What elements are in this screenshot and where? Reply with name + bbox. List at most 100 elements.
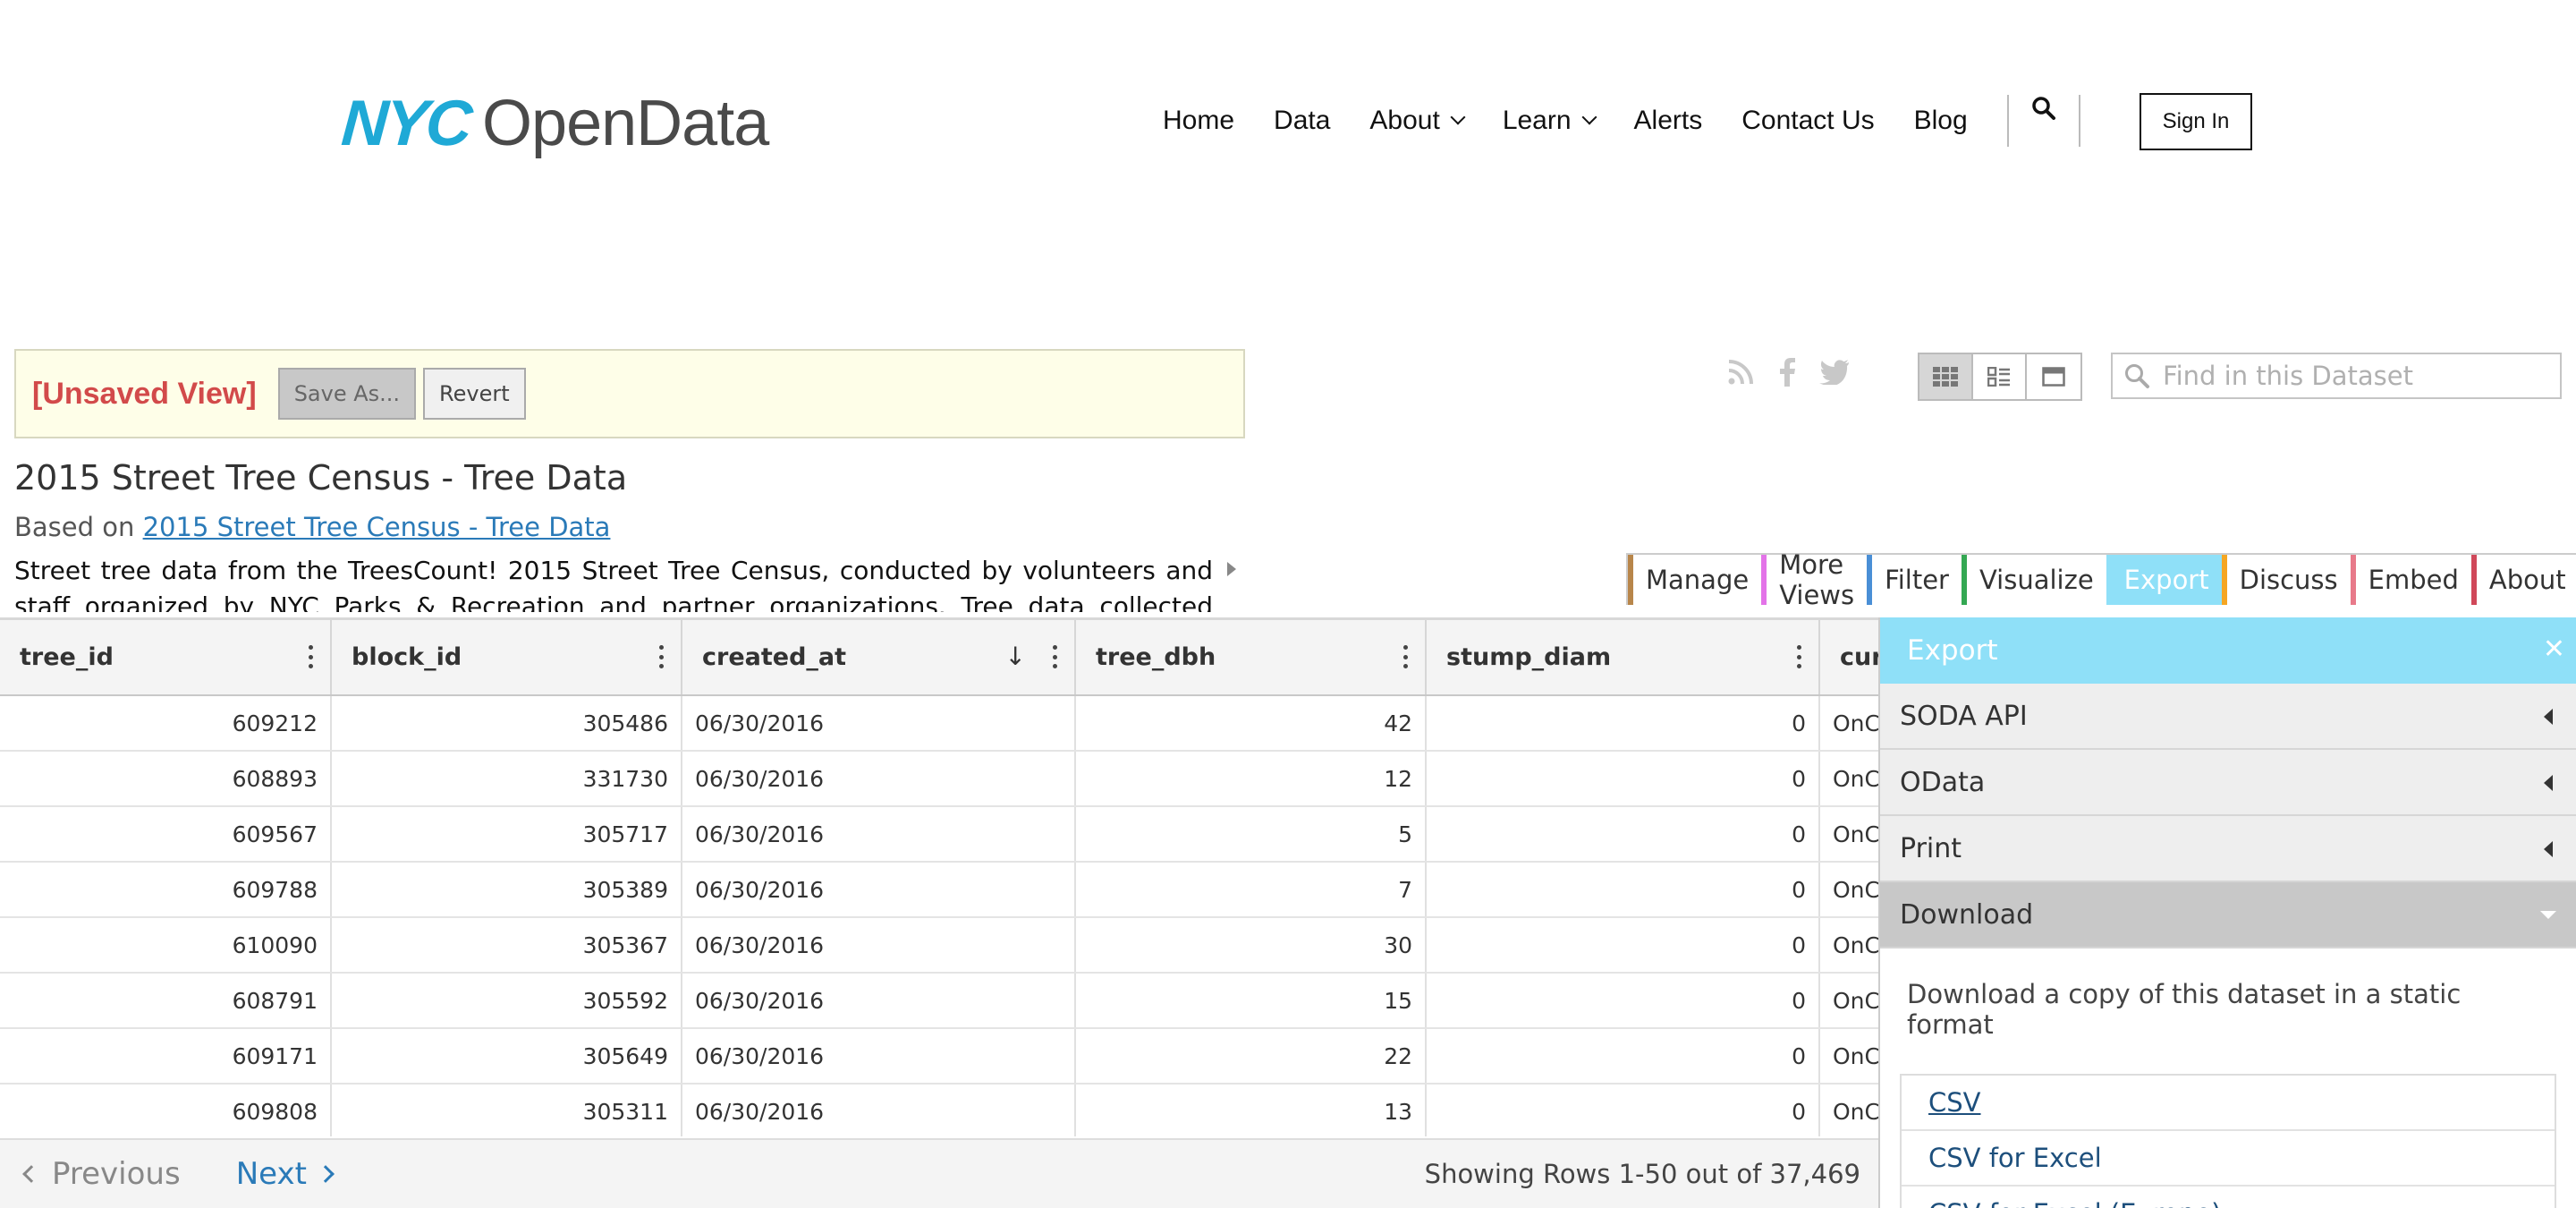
column-menu-icon[interactable] xyxy=(659,645,665,668)
table-cell[interactable]: 608893 xyxy=(0,751,332,807)
tab-embed[interactable]: Embed xyxy=(2350,555,2471,605)
table-cell[interactable]: 305311 xyxy=(331,1084,682,1136)
table-cell[interactable]: 0 xyxy=(1426,1084,1820,1136)
nav-contact-us[interactable]: Contact Us xyxy=(1741,106,1874,136)
table-cell[interactable]: 609808 xyxy=(0,1084,332,1136)
table-row[interactable]: 60889333173006/30/2016120OnCurb xyxy=(0,751,1878,807)
table-cell[interactable]: 0 xyxy=(1426,862,1820,918)
column-header-stump-diam[interactable]: stump_diam xyxy=(1426,620,1820,696)
table-cell[interactable]: 0 xyxy=(1426,973,1820,1029)
revert-button[interactable]: Revert xyxy=(423,368,526,420)
download-csv-excel-link[interactable]: CSV for Excel xyxy=(1902,1131,2555,1187)
table-row[interactable]: 60978830538906/30/201670OnCurb xyxy=(0,862,1878,918)
section-print[interactable]: Print xyxy=(1880,816,2576,882)
section-download[interactable]: Download xyxy=(1880,882,2576,949)
section-odata[interactable]: OData xyxy=(1880,750,2576,816)
expand-description-icon[interactable] xyxy=(1227,562,1236,576)
table-cell[interactable]: 305592 xyxy=(331,973,682,1029)
table-cell[interactable]: 0 xyxy=(1426,695,1820,752)
save-as-button[interactable]: Save As... xyxy=(277,368,417,420)
table-row[interactable]: 60917130564906/30/2016220OnCurb xyxy=(0,1028,1878,1085)
rss-icon[interactable] xyxy=(1726,358,1755,387)
column-menu-icon[interactable] xyxy=(1053,645,1058,668)
table-cell[interactable]: 13 xyxy=(1075,1084,1427,1136)
table-cell[interactable]: 609788 xyxy=(0,862,332,918)
next-page-button[interactable]: Next xyxy=(236,1156,335,1192)
table-cell[interactable]: 15 xyxy=(1075,973,1427,1029)
table-cell[interactable]: OnCurb xyxy=(1819,917,1878,974)
table-cell[interactable]: 06/30/2016 xyxy=(682,1028,1076,1085)
table-cell[interactable]: OnCurb xyxy=(1819,973,1878,1029)
table-cell[interactable]: OnCurb xyxy=(1819,751,1878,807)
tab-filter[interactable]: Filter xyxy=(1867,555,1962,605)
nav-blog[interactable]: Blog xyxy=(1914,106,1968,136)
nav-data[interactable]: Data xyxy=(1274,106,1330,136)
table-cell[interactable]: 305649 xyxy=(331,1028,682,1085)
table-cell[interactable]: 305367 xyxy=(331,917,682,974)
tab-export[interactable]: Export xyxy=(2106,555,2222,605)
download-csv-excel-europe-link[interactable]: CSV for Excel (Europe) xyxy=(1902,1187,2555,1208)
column-header-tree-id[interactable]: tree_id xyxy=(0,620,332,696)
table-cell[interactable]: OnCurb xyxy=(1819,806,1878,863)
table-cell[interactable]: 0 xyxy=(1426,751,1820,807)
tab-discuss[interactable]: Discuss xyxy=(2221,555,2351,605)
table-cell[interactable]: 06/30/2016 xyxy=(682,862,1076,918)
table-row[interactable]: 60879130559206/30/2016150OnCurb xyxy=(0,973,1878,1029)
table-cell[interactable]: 7 xyxy=(1075,862,1427,918)
tab-visualize[interactable]: Visualize xyxy=(1961,555,2106,605)
table-cell[interactable]: 06/30/2016 xyxy=(682,751,1076,807)
table-cell[interactable]: 12 xyxy=(1075,751,1427,807)
table-row[interactable]: 61009030536706/30/2016300OnCurb xyxy=(0,917,1878,974)
twitter-icon[interactable] xyxy=(1819,360,1850,385)
grid-view-button[interactable] xyxy=(1919,354,1973,399)
download-csv-link[interactable]: CSV xyxy=(1902,1076,2555,1131)
based-on-link[interactable]: 2015 Street Tree Census - Tree Data xyxy=(143,512,611,542)
nav-home[interactable]: Home xyxy=(1163,106,1234,136)
close-icon[interactable]: ✕ xyxy=(2543,634,2565,665)
table-cell[interactable]: 0 xyxy=(1426,806,1820,863)
table-cell[interactable]: OnCurb xyxy=(1819,1084,1878,1136)
table-cell[interactable]: 5 xyxy=(1075,806,1427,863)
nyc-opendata-logo[interactable]: NYC OpenData xyxy=(339,88,769,159)
column-header-tree-dbh[interactable]: tree_dbh xyxy=(1075,620,1427,696)
row-view-button[interactable] xyxy=(1973,354,2027,399)
table-cell[interactable]: 305717 xyxy=(331,806,682,863)
sort-descending-icon[interactable]: ↓ xyxy=(1005,642,1026,671)
table-cell[interactable]: 06/30/2016 xyxy=(682,917,1076,974)
section-soda-api[interactable]: SODA API xyxy=(1880,684,2576,750)
table-cell[interactable]: 331730 xyxy=(331,751,682,807)
table-cell[interactable]: 0 xyxy=(1426,1028,1820,1085)
table-cell[interactable]: 22 xyxy=(1075,1028,1427,1085)
facebook-icon[interactable] xyxy=(1778,358,1796,387)
table-cell[interactable]: OnCurb xyxy=(1819,862,1878,918)
table-cell[interactable]: 30 xyxy=(1075,917,1427,974)
table-cell[interactable]: 06/30/2016 xyxy=(682,806,1076,863)
table-cell[interactable]: 06/30/2016 xyxy=(682,695,1076,752)
nav-learn[interactable]: Learn xyxy=(1503,106,1597,136)
column-menu-icon[interactable] xyxy=(1403,645,1409,668)
table-row[interactable]: 60956730571706/30/201650OnCurb xyxy=(0,806,1878,863)
tab-about[interactable]: About xyxy=(2470,555,2576,605)
table-cell[interactable]: 608791 xyxy=(0,973,332,1029)
table-cell[interactable]: 0 xyxy=(1426,917,1820,974)
column-header-curb-loc[interactable]: curb_loc xyxy=(1819,620,1878,696)
nav-about[interactable]: About xyxy=(1369,106,1466,136)
table-row[interactable]: 60980830531106/30/2016130OnCurb xyxy=(0,1084,1878,1136)
column-menu-icon[interactable] xyxy=(309,645,314,668)
table-cell[interactable]: 610090 xyxy=(0,917,332,974)
table-cell[interactable]: 305389 xyxy=(331,862,682,918)
table-cell[interactable]: 06/30/2016 xyxy=(682,973,1076,1029)
find-in-dataset-input[interactable] xyxy=(2163,361,2556,391)
tab-more-views[interactable]: More Views xyxy=(1761,549,1867,610)
table-cell[interactable]: 609171 xyxy=(0,1028,332,1085)
nav-alerts[interactable]: Alerts xyxy=(1634,106,1703,136)
table-cell[interactable]: 305486 xyxy=(331,695,682,752)
tab-manage[interactable]: Manage xyxy=(1628,555,1761,605)
table-cell[interactable]: 609567 xyxy=(0,806,332,863)
column-header-block-id[interactable]: block_id xyxy=(331,620,682,696)
previous-page-button[interactable]: Previous xyxy=(22,1156,181,1192)
table-row[interactable]: 60921230548606/30/2016420OnCurb xyxy=(0,695,1878,752)
table-cell[interactable]: OnCurb xyxy=(1819,1028,1878,1085)
page-view-button[interactable] xyxy=(2027,354,2080,399)
column-header-created-at[interactable]: created_at ↓ xyxy=(682,620,1076,696)
